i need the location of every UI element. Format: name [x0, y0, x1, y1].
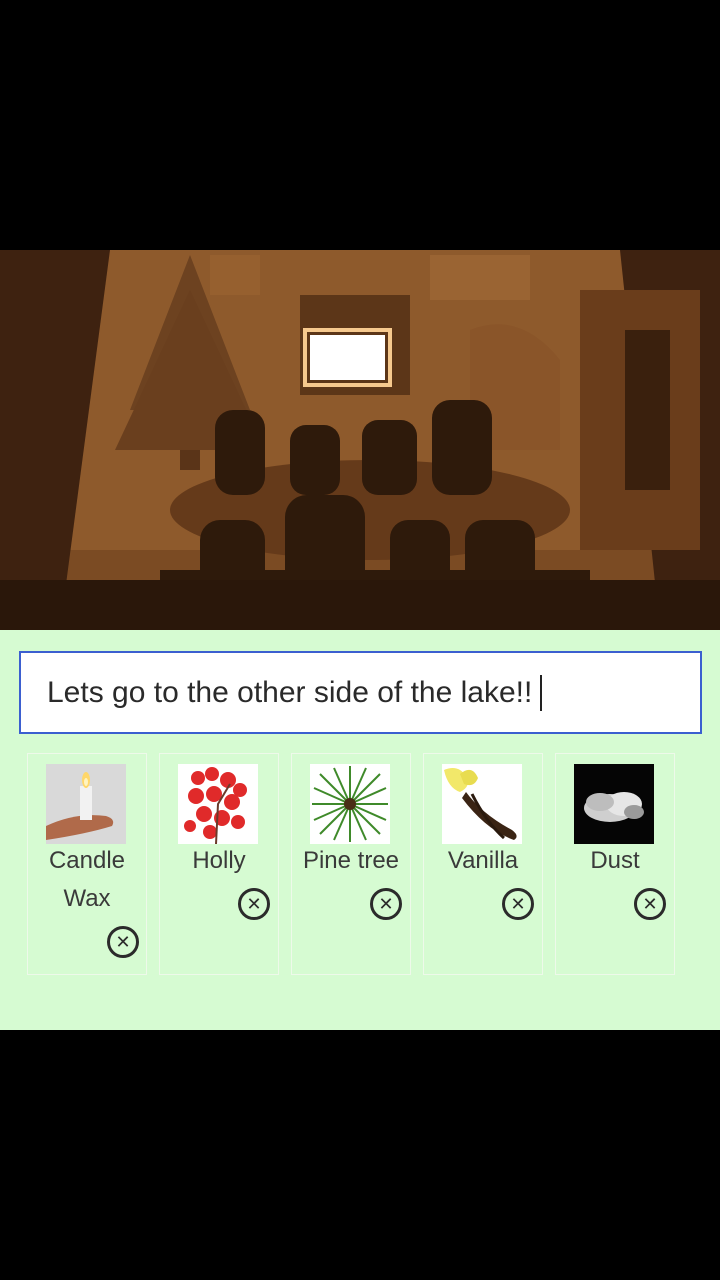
game-scene-image	[0, 250, 720, 630]
scent-item-vanilla[interactable]: Vanilla ✕	[423, 753, 543, 975]
scent-panel: Lets go to the other side of the lake!! …	[0, 630, 720, 1030]
candle-wax-image	[46, 764, 126, 844]
scent-item-label: Dust	[590, 847, 640, 874]
close-circle-icon[interactable]: ✕	[634, 888, 666, 920]
close-circle-icon[interactable]: ✕	[238, 888, 270, 920]
vanilla-flower-image	[442, 764, 522, 844]
scent-item-label: Holly	[192, 847, 246, 874]
close-circle-icon[interactable]: ✕	[107, 926, 139, 958]
message-input[interactable]: Lets go to the other side of the lake!!	[19, 651, 702, 734]
close-circle-icon[interactable]: ✕	[502, 888, 534, 920]
text-caret	[540, 674, 543, 711]
close-circle-icon[interactable]: ✕	[370, 888, 402, 920]
scent-item-holly[interactable]: Holly ✕	[159, 753, 279, 975]
scent-item-candle-wax[interactable]: Candle Wax ✕	[27, 753, 147, 975]
scent-item-label: Pine tree	[302, 847, 400, 874]
top-letterbox	[0, 0, 720, 250]
holly-berries-image	[178, 764, 258, 844]
scent-item-label: Candle Wax	[48, 847, 126, 912]
pine-needles-image	[310, 764, 390, 844]
scent-item-dust[interactable]: Dust ✕	[555, 753, 675, 975]
bottom-letterbox	[0, 1030, 720, 1280]
scent-list: Candle Wax ✕ Holly ✕ Pine tree ✕ Vanilla…	[0, 753, 720, 975]
dust-cloud-image	[574, 764, 654, 844]
message-input-text: Lets go to the other side of the lake!!	[47, 675, 533, 709]
scent-item-pine-tree[interactable]: Pine tree ✕	[291, 753, 411, 975]
scent-item-label: Vanilla	[447, 847, 519, 874]
